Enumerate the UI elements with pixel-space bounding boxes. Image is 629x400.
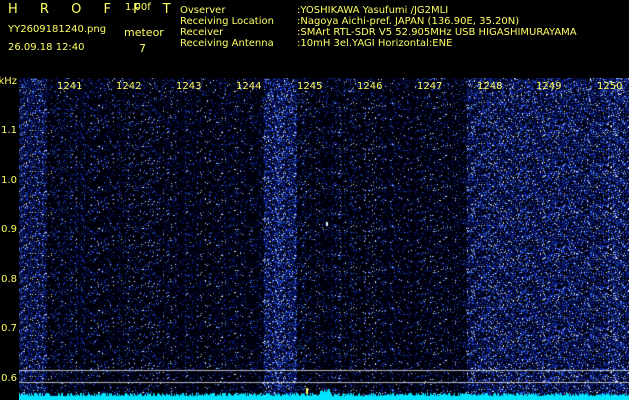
- x-tick-label: 1242: [116, 81, 142, 92]
- info-row-location: Receiving Location:Nagoya Aichi-pref. JA…: [180, 16, 520, 27]
- date-time: 26.09.18 12:40: [8, 42, 85, 53]
- x-tick-label: 1249: [536, 81, 562, 92]
- spectrogram-canvas: [19, 78, 629, 400]
- x-tick-label: 1244: [236, 81, 262, 92]
- x-tick-label: 1246: [357, 81, 383, 92]
- info-row-receiver: Receiver:SMArt RTL-SDR V5 52.905MHz USB …: [180, 27, 577, 38]
- y-tick-label: 1.1: [1, 125, 17, 136]
- x-tick-label: 1250: [597, 81, 623, 92]
- x-tick-label: 1245: [297, 81, 323, 92]
- app-brand: H R O F F T: [8, 2, 180, 17]
- file-name: YY2609181240.png: [8, 24, 107, 35]
- app-version: 1.00f: [125, 2, 151, 13]
- meteor-label: meteor: [124, 26, 164, 39]
- y-tick-label: 0.9: [1, 224, 17, 235]
- y-axis-unit: kHz: [0, 76, 17, 87]
- x-tick-label: 1248: [477, 81, 503, 92]
- y-tick-label: 0.7: [1, 323, 17, 334]
- x-tick-label: 1243: [176, 81, 202, 92]
- x-tick-label: 1247: [417, 81, 443, 92]
- y-tick-label: 0.6: [1, 373, 17, 384]
- y-tick-label: 0.8: [1, 274, 17, 285]
- info-row-observer: Ovserver:YOSHIKAWA Yasufumi /JG2MLI: [180, 5, 449, 16]
- header-panel: H R O F F T 1.00f YY2609181240.png meteo…: [0, 0, 629, 74]
- station-info: Ovserver:YOSHIKAWA Yasufumi /JG2MLI Rece…: [180, 5, 577, 49]
- meteor-count: 7: [139, 42, 146, 55]
- y-tick-label: 1.0: [1, 175, 17, 186]
- x-tick-label: 1241: [57, 81, 83, 92]
- info-row-antenna: Receiving Antenna:10mH 3el.YAGI Horizont…: [180, 38, 453, 49]
